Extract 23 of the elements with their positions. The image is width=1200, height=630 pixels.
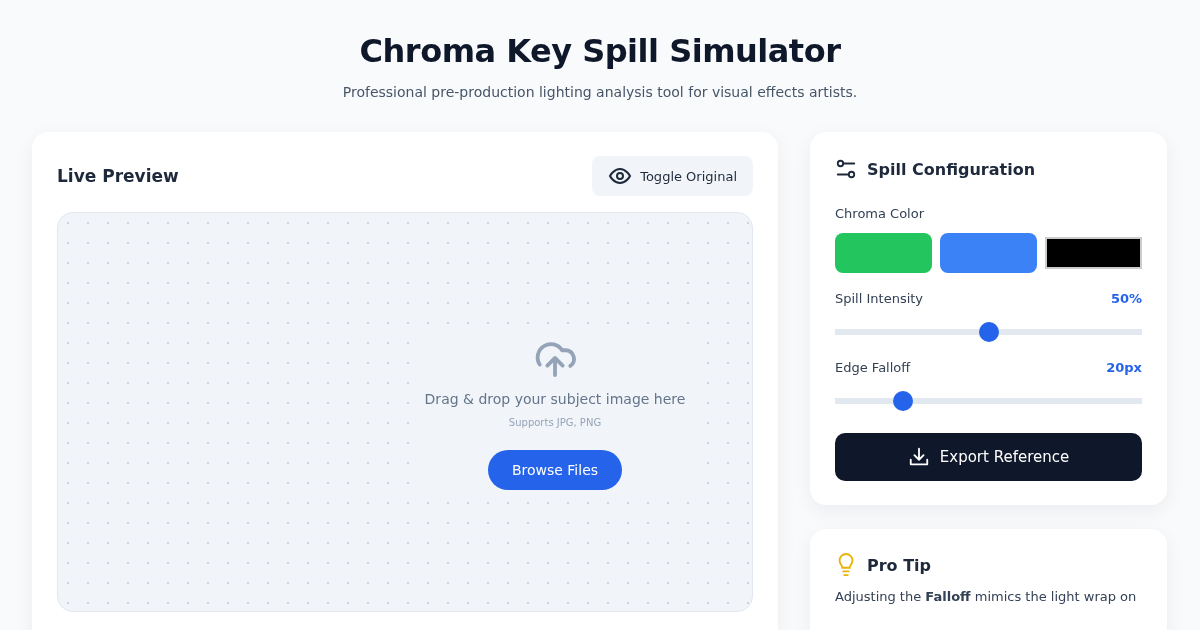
- page-title: Chroma Key Spill Simulator: [359, 32, 841, 70]
- config-title: Spill Configuration: [867, 159, 1036, 179]
- slider-thumb[interactable]: [892, 391, 913, 411]
- slider-label: Edge Falloff: [835, 360, 911, 375]
- card-title: Live Preview: [57, 166, 179, 186]
- browse-files-button[interactable]: Browse Files: [487, 449, 623, 490]
- download-icon: [907, 446, 930, 468]
- chroma-color-label: Chroma Color: [835, 206, 926, 221]
- dropzone-hint: Supports JPG, PNG: [508, 416, 602, 428]
- sliders-icon: [835, 158, 857, 180]
- page-subtitle: Professional pre-production lighting analysis tool for visual effects artists.: [342, 84, 858, 100]
- tip-text: Adjusting the Falloff mimics the light wrap on: [835, 589, 1138, 604]
- slider-thumb[interactable]: [978, 322, 999, 342]
- slider-value: 50%: [1110, 291, 1142, 306]
- tip-title: Pro Tip: [867, 555, 932, 575]
- color-swatch[interactable]: [835, 233, 932, 273]
- color-swatch[interactable]: [940, 233, 1037, 273]
- dropzone-message: Drag & drop your subject image here: [424, 390, 686, 407]
- dropzone[interactable]: Drag & drop your subject image here Supports JPG, PNG Browse Files: [57, 212, 753, 612]
- slider-value: 20px: [1106, 360, 1142, 375]
- export-reference-button[interactable]: Export Reference: [835, 433, 1142, 481]
- slider-label: Spill Intensity: [835, 291, 924, 306]
- toggle-original-button[interactable]: Toggle Original: [592, 156, 753, 196]
